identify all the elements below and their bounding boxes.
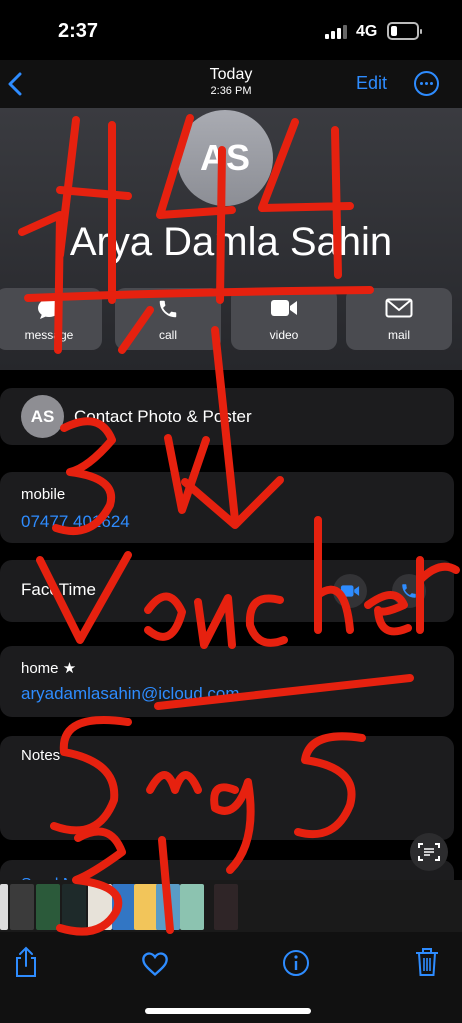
heart-icon[interactable] [141, 946, 171, 980]
status-bar: 2:37 4G [0, 0, 462, 60]
status-time: 2:37 [58, 20, 99, 42]
nav-subtitle: 2:36 PM [210, 85, 252, 97]
battery-icon [387, 22, 422, 40]
small-avatar: AS [21, 395, 64, 438]
contact-details: AS Contact Photo & Poster mobile 07477 4… [0, 370, 462, 900]
photo-thumbnail[interactable] [180, 884, 204, 930]
ellipsis-circle-icon[interactable] [414, 71, 439, 96]
mail-button[interactable]: mail [346, 288, 452, 350]
email-address[interactable]: aryadamlasahin@icloud.com [21, 684, 240, 704]
nav-title-group: Today 2:36 PM [0, 66, 462, 97]
phone-icon [115, 298, 221, 320]
message-bubble-icon [0, 298, 102, 320]
call-label: call [158, 328, 177, 342]
share-icon[interactable] [12, 946, 42, 980]
message-label: message [24, 328, 74, 342]
contact-photo-poster-label: Contact Photo & Poster [74, 407, 252, 426]
email-label: home ★ [21, 660, 77, 677]
contact-avatar[interactable]: AS [177, 110, 273, 206]
photo-thumbnail[interactable] [10, 884, 34, 930]
notes-row[interactable]: Notes [0, 736, 454, 840]
photo-thumbnail-strip[interactable] [0, 880, 462, 932]
photo-thumbnail[interactable] [0, 884, 8, 930]
video-camera-icon [231, 298, 337, 320]
envelope-icon [346, 298, 452, 320]
email-row[interactable]: home ★ aryadamlasahin@icloud.com [0, 646, 454, 717]
facetime-video-icon[interactable] [333, 574, 367, 608]
facetime-label: FaceTime [21, 580, 96, 599]
navigation-bar: Today 2:36 PM Edit [0, 60, 462, 108]
home-indicator[interactable] [145, 1008, 311, 1014]
contact-header: AS Arya Damla Sahin message call video m… [0, 108, 462, 370]
message-button[interactable]: message [0, 288, 102, 350]
photo-thumbnail[interactable] [112, 884, 136, 930]
facetime-row: FaceTime [0, 560, 454, 622]
trash-icon[interactable] [413, 946, 443, 980]
mobile-row[interactable]: mobile 07477 401624 [0, 472, 454, 543]
contact-photo-poster-row[interactable]: AS Contact Photo & Poster [0, 388, 454, 445]
info-icon[interactable] [282, 946, 312, 980]
photo-thumbnail[interactable] [134, 884, 158, 930]
nav-title: Today [209, 66, 253, 83]
quick-actions: message call video mail [0, 288, 462, 350]
network-type: 4G [356, 23, 378, 40]
photo-thumbnail[interactable] [36, 884, 60, 930]
scan-text-icon[interactable] [410, 833, 448, 871]
mobile-number[interactable]: 07477 401624 [21, 512, 130, 532]
video-button[interactable]: video [231, 288, 337, 350]
edit-button[interactable]: Edit [356, 73, 387, 94]
video-label: video [269, 328, 299, 342]
photo-thumbnail[interactable] [88, 884, 112, 930]
photo-thumbnail[interactable] [62, 884, 86, 930]
call-button[interactable]: call [115, 288, 221, 350]
mobile-label: mobile [21, 486, 66, 503]
photo-thumbnail[interactable] [156, 884, 180, 930]
notes-label: Notes [21, 747, 61, 764]
mail-label: mail [387, 328, 410, 342]
facetime-audio-icon[interactable] [392, 574, 426, 608]
contact-name: Arya Damla Sahin [69, 220, 393, 264]
bottom-toolbar [0, 932, 462, 1023]
cellular-signal-icon [325, 25, 347, 39]
photo-thumbnail[interactable] [214, 884, 238, 930]
